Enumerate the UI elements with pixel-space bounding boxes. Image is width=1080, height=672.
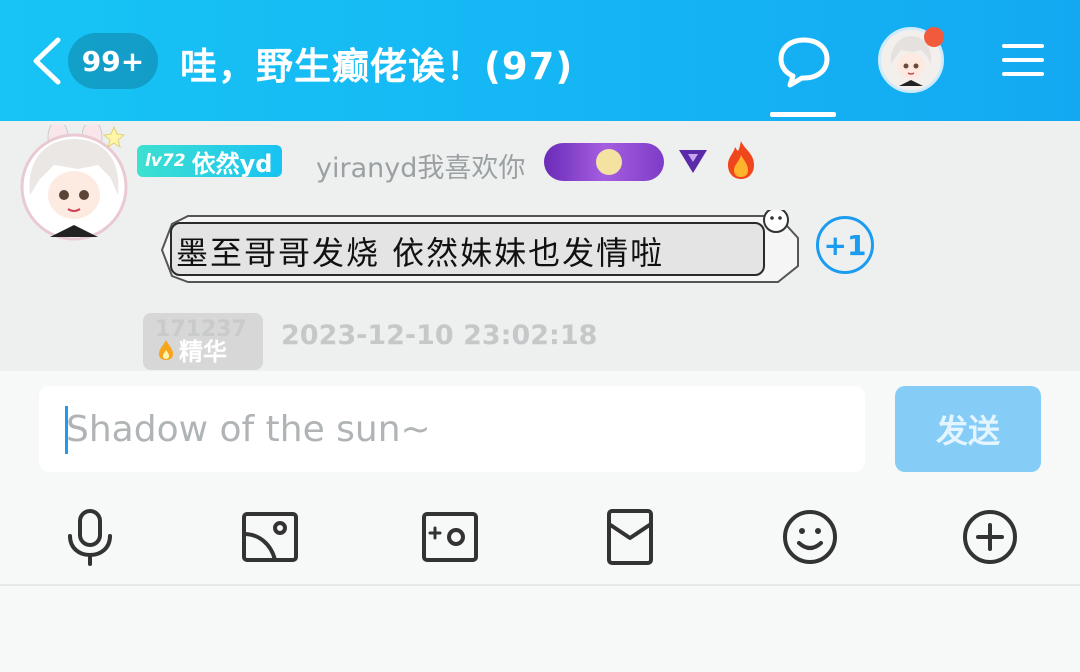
- rank-triangle-icon: [679, 150, 707, 173]
- message-bubble[interactable]: 墨至哥哥发烧 依然妹妹也发情啦: [158, 210, 804, 290]
- fire-icon: [728, 141, 754, 179]
- unread-badge[interactable]: 99+: [68, 33, 158, 89]
- send-button[interactable]: 发送: [895, 386, 1041, 472]
- red-packet-icon[interactable]: [601, 508, 659, 566]
- essence-label: 精华: [179, 338, 227, 366]
- plus-one-button[interactable]: +1: [816, 216, 874, 274]
- sender-nickname[interactable]: yiranyd我喜欢你: [316, 146, 525, 185]
- plus-circle-icon[interactable]: [961, 508, 1019, 566]
- chat-bubble-icon[interactable]: [776, 34, 832, 90]
- active-tab-indicator: [770, 112, 836, 117]
- level-number: lv72: [145, 151, 186, 171]
- message-list: lv72 依然yd yiranyd我喜欢你 墨至哥哥发烧 依然妹妹也发情啦 +1…: [0, 121, 1080, 371]
- level-tag: lv72 依然yd: [137, 145, 283, 178]
- message-text: 墨至哥哥发烧 依然妹妹也发情啦: [176, 234, 665, 272]
- notification-dot: [924, 27, 944, 47]
- menu-icon[interactable]: [1002, 42, 1044, 78]
- input-placeholder: Shadow of the sun~: [66, 409, 431, 450]
- essence-flame-icon: [159, 339, 173, 360]
- title-bar: 99+ 哇，野生癫佬诶！(97): [0, 0, 1080, 121]
- level-name: 依然yd: [191, 149, 273, 178]
- essence-tag[interactable]: 171237 精华: [143, 313, 263, 370]
- honor-badge-icon: [544, 143, 664, 181]
- group-title: 哇，野生癫佬诶！(97): [180, 45, 574, 88]
- image-icon[interactable]: [241, 508, 299, 566]
- camera-icon[interactable]: [421, 508, 479, 566]
- sender-avatar[interactable]: [18, 125, 130, 243]
- message-timestamp: 2023-12-10 23:02:18: [281, 320, 598, 351]
- toolbar-divider: [0, 584, 1080, 586]
- microphone-icon[interactable]: [61, 508, 119, 566]
- emoji-icon[interactable]: [781, 508, 839, 566]
- back-icon[interactable]: [28, 36, 68, 86]
